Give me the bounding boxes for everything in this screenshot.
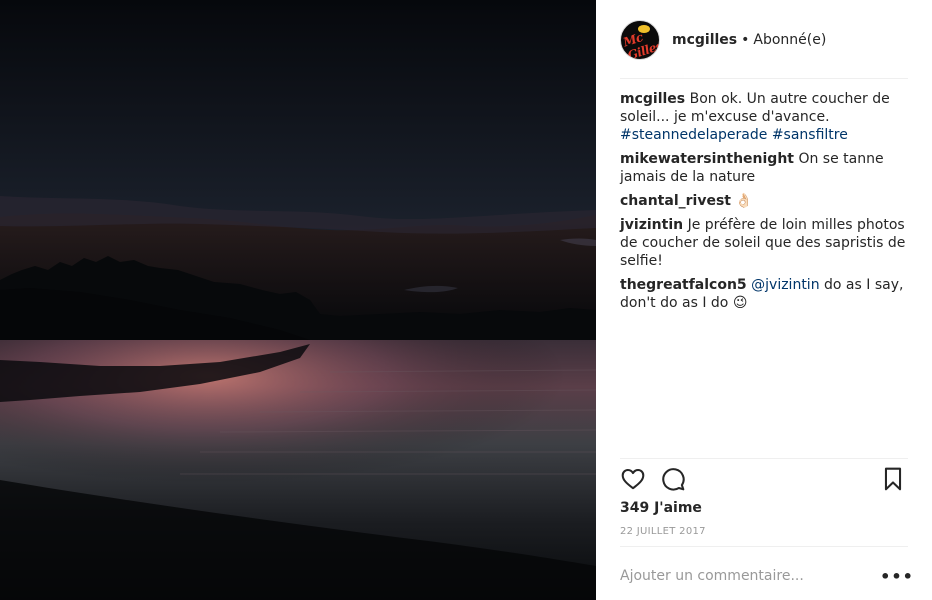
comment-author[interactable]: thegreatfalcon5 (620, 277, 747, 293)
header-separator: • (741, 32, 750, 48)
comment-item: thegreatfalcon5 @jvizintin do as I say, … (620, 276, 912, 312)
caption: mcgilles Bon ok. Un autre coucher de sol… (620, 90, 912, 144)
comment-text: 👌🏻 (735, 193, 753, 209)
comments-list: mcgilles Bon ok. Un autre coucher de sol… (620, 90, 912, 318)
caption-hashtags[interactable]: #steannedelaperade #sansfiltre (620, 127, 848, 143)
sunset-lake-image (0, 0, 596, 600)
avatar[interactable]: Mc Gilles (620, 20, 660, 60)
header-divider (620, 78, 908, 79)
comment-mention[interactable]: @jvizintin (751, 277, 819, 293)
action-bar (620, 466, 908, 494)
comment-author[interactable]: mikewatersinthenight (620, 151, 794, 167)
bookmark-icon[interactable] (880, 466, 908, 494)
likes-count[interactable]: 349 J'aime (620, 500, 702, 516)
comment-author[interactable]: chantal_rivest (620, 193, 731, 209)
speech-bubble-icon[interactable] (660, 466, 688, 494)
comment-box-divider (620, 546, 908, 547)
instagram-post-modal: Mc Gilles mcgilles • Abonné(e) mcgilles … (0, 0, 932, 600)
post-details-panel: Mc Gilles mcgilles • Abonné(e) mcgilles … (596, 0, 932, 600)
comment-item: chantal_rivest 👌🏻 (620, 192, 912, 210)
post-header: Mc Gilles mcgilles • Abonné(e) (620, 20, 826, 60)
avatar-logo-text: Mc Gilles (621, 30, 660, 60)
post-date[interactable]: 22 JUILLET 2017 (620, 526, 706, 537)
actions-divider (620, 458, 908, 459)
more-options-icon[interactable]: ••• (880, 566, 913, 586)
comment-item: jvizintin Je préfère de loin milles phot… (620, 216, 912, 270)
comment-input[interactable]: Ajouter un commentaire... (620, 568, 886, 584)
post-photo[interactable] (0, 0, 596, 600)
comment-author[interactable]: jvizintin (620, 217, 683, 233)
add-comment-bar: Ajouter un commentaire... ••• (620, 556, 913, 596)
author-username[interactable]: mcgilles (672, 32, 737, 48)
heart-icon[interactable] (620, 466, 648, 494)
caption-author[interactable]: mcgilles (620, 91, 685, 107)
comment-item: mikewatersinthenight On se tanne jamais … (620, 150, 912, 186)
follow-status-button[interactable]: Abonné(e) (753, 32, 826, 48)
